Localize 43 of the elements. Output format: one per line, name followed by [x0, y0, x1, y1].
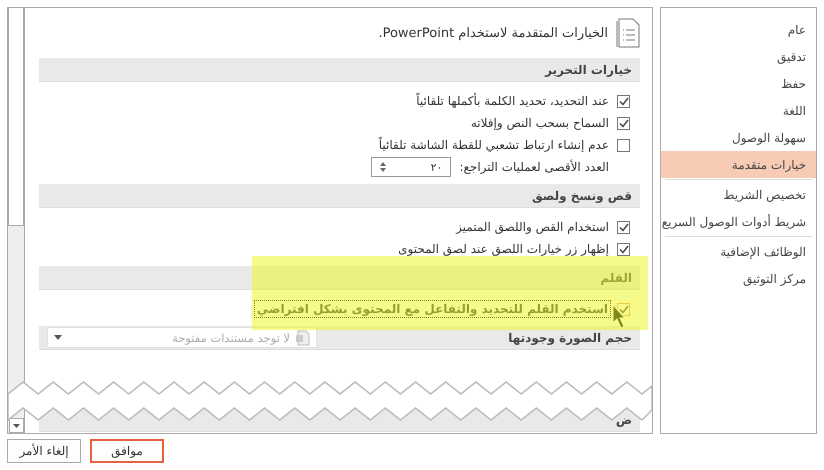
option-label: عند التحديد، تحديد الكلمة بأكملها تلقائياً — [415, 93, 610, 109]
check-icon — [618, 96, 628, 106]
sidebar-item[interactable]: تخصيص الشريط — [661, 181, 816, 208]
sidebar-item[interactable]: شريط أدوات الوصول السريع — [661, 208, 816, 235]
option-label: إظهار زر خيارات اللصق عند لصق المحتوى — [397, 241, 610, 257]
spin-arrows-icon — [380, 162, 386, 172]
section-title: القلم — [600, 270, 632, 284]
sidebar-item[interactable]: سهولة الوصول — [661, 124, 816, 151]
option-label: عدم إنشاء ارتباط تشعبي للقطة الشاشة تلقائياً — [378, 137, 610, 153]
checkbox[interactable] — [617, 94, 630, 108]
sidebar-item[interactable]: خيارات متقدمة — [661, 151, 816, 178]
cursor-icon — [612, 304, 626, 330]
check-icon — [618, 118, 628, 128]
option-label: السماح بسحب النص وإفلاته — [470, 115, 610, 131]
check-icon — [618, 304, 628, 314]
dropdown-arrow-icon — [54, 335, 62, 340]
sidebar-item[interactable]: اللغة — [661, 97, 816, 124]
option-label: استخدام القص واللصق المتميز — [454, 219, 610, 235]
sidebar-item[interactable]: تدقيق — [661, 43, 816, 70]
dropdown-placeholder: لا توجد مستندات مفتوحة — [171, 330, 290, 344]
dialog-button[interactable]: إلغاء الأمر — [7, 439, 81, 463]
option-label: استخدم القلم للتحديد والتفاعل مع المحتوى بشكل افتراضي — [254, 300, 611, 318]
check-icon — [618, 222, 628, 232]
spinner-field[interactable]: ٢٠ — [371, 157, 452, 177]
document-list-icon — [616, 18, 640, 48]
section-title: قص ونسخ ولصق — [532, 188, 632, 202]
checkbox[interactable] — [617, 116, 630, 130]
checkbox[interactable] — [617, 138, 630, 152]
dialog-button[interactable]: موافق — [90, 439, 164, 463]
check-icon — [618, 244, 628, 254]
checkbox[interactable] — [617, 242, 630, 256]
sidebar-item[interactable]: حفظ — [661, 70, 816, 97]
page-title: الخيارات المتقدمة لاستخدام PowerPoint. — [378, 26, 608, 40]
section-title: حجم الصورة وجودتها — [508, 330, 632, 344]
sidebar-item[interactable]: الوظائف الإضافية — [661, 238, 816, 265]
scrollbar[interactable] — [8, 8, 25, 433]
sidebar-item[interactable]: عام — [661, 16, 816, 43]
document-icon — [296, 330, 310, 346]
checkbox[interactable] — [617, 220, 630, 234]
option-label: العدد الأقصى لعمليات التراجع: — [458, 159, 610, 175]
section-title: خيارات التحرير — [545, 62, 632, 76]
sidebar-item[interactable]: مركز التوثيق — [661, 265, 816, 292]
section-title: ض — [616, 412, 632, 426]
